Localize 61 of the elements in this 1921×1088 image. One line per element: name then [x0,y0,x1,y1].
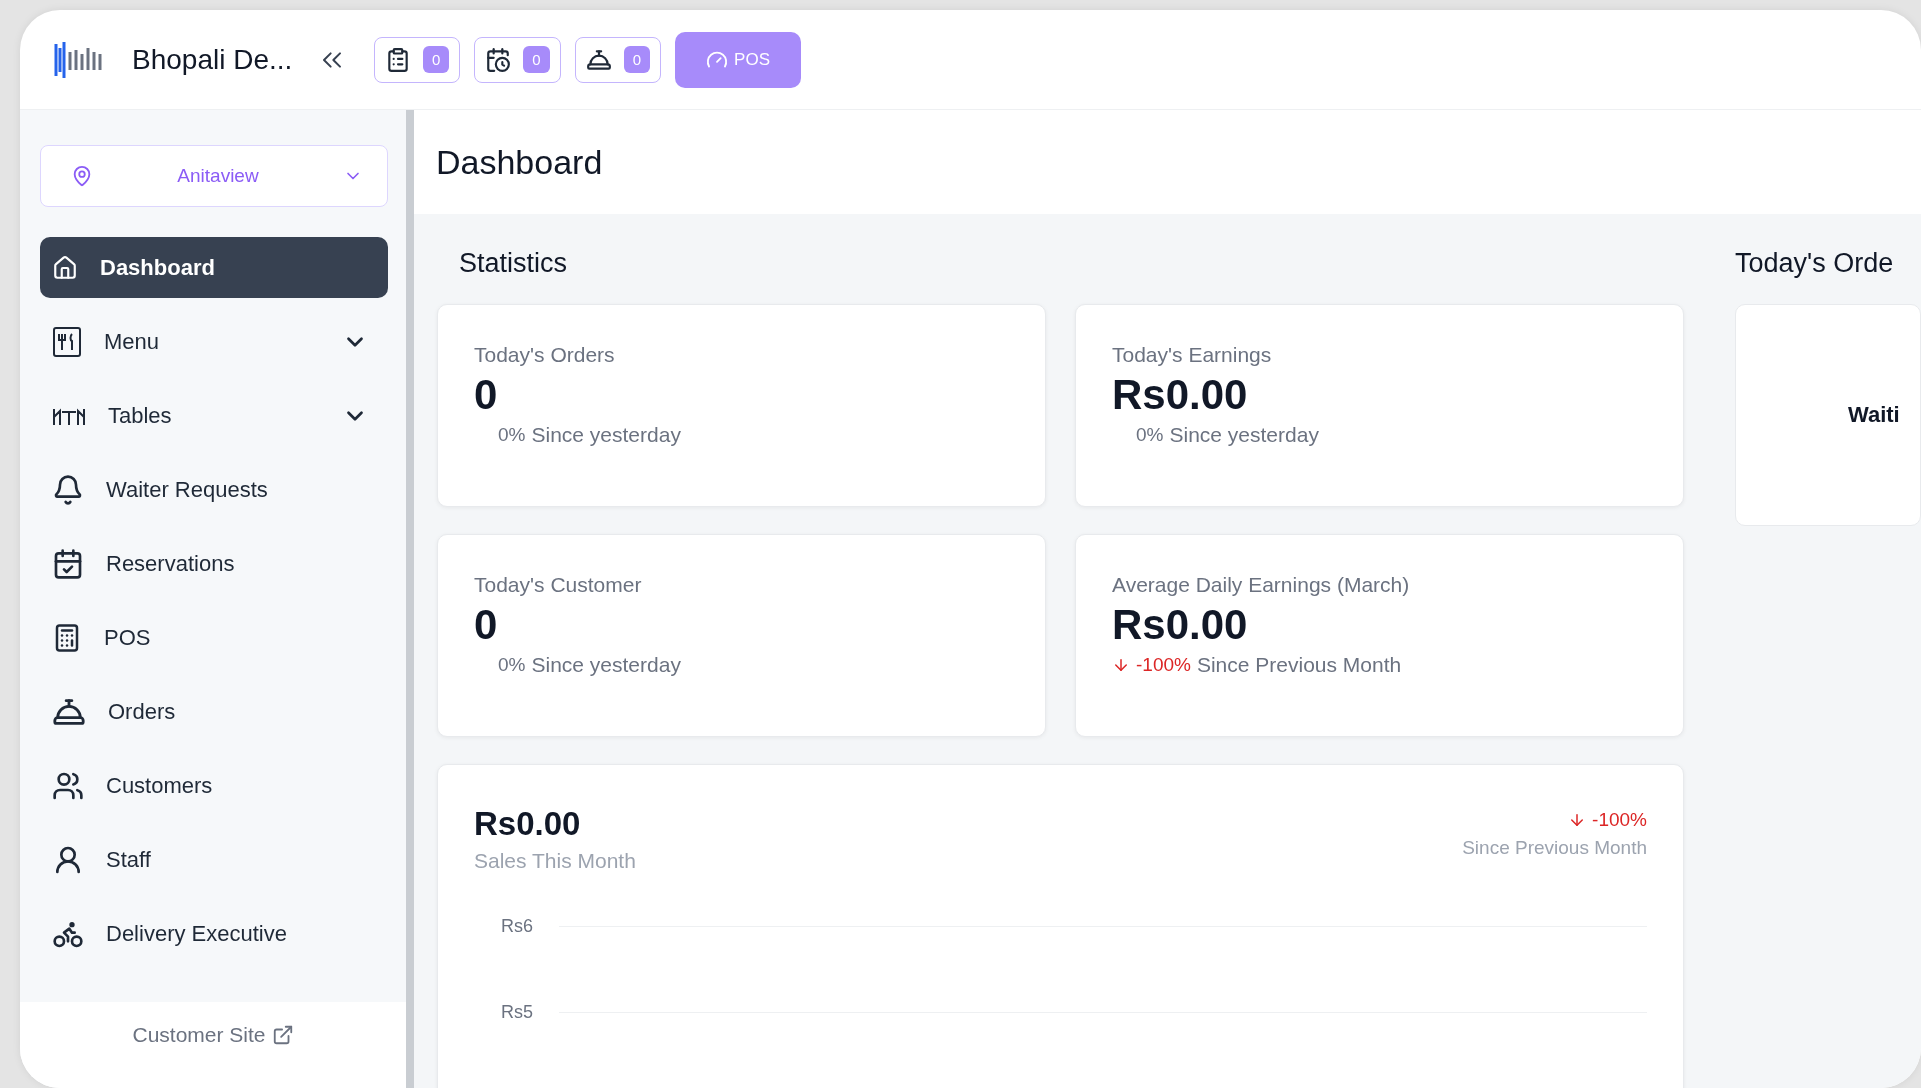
change-percent: 0% [498,424,526,446]
sidebar-item[interactable]: Dashboard [40,237,388,298]
page-title: Dashboard [436,142,603,182]
customer-site-link[interactable]: Customer Site [132,1023,294,1047]
sidebar-item[interactable]: Staff [40,829,388,890]
change-percent: 0% [1136,424,1164,446]
sidebar-item[interactable]: Menu [40,311,388,372]
count-badge: 0 [623,46,651,73]
home-icon [52,254,78,281]
stat-value: 0 [474,371,499,419]
sidebar-item-label: Dashboard [100,254,216,281]
change-note: Since yesterday [531,423,681,447]
stat-label: Today's Earnings [1112,343,1273,367]
restaurant-name: Bhopali De... [132,43,294,76]
stat-label: Average Daily Earnings (March) [1112,573,1411,597]
sidebar-item-label: Waiter Requests [106,476,269,503]
sales-value: Rs0.00 [474,805,581,843]
menu-icon [52,325,82,358]
sidebar-item[interactable]: Orders [40,681,388,742]
stat-value: Rs0.00 [1112,371,1249,419]
section-title: Statistics [459,248,569,279]
change-note: Since yesterday [1169,423,1319,447]
sidebar-item-label: Menu [104,328,161,355]
change-percent: 0% [498,654,526,676]
axis-tick-label: Rs6 [501,915,534,937]
clipboard-icon [385,46,411,73]
sidebar-item[interactable]: Reservations [40,533,388,594]
calendar-icon [52,547,84,580]
count-badge: 0 [423,46,450,73]
change-percent: -100% [1592,809,1647,831]
change-note: Since yesterday [531,653,681,677]
sidebar-item[interactable]: POS [40,607,388,668]
sidebar-item[interactable]: Customers [40,755,388,816]
bell-icon [52,473,84,506]
change-note: Since Previous Month [1462,837,1647,859]
axis-tick-label: Rs5 [501,1001,534,1023]
section-title: Today's Orde [1735,248,1895,279]
sidebar-item[interactable]: Tables [40,385,388,446]
stat-value: Rs0.00 [1112,601,1249,649]
status-text: Waiti [1848,402,1900,428]
count-badge: 0 [523,46,550,73]
sidebar-item[interactable]: Waiter Requests [40,459,388,520]
down-arrow-icon [1112,656,1130,674]
sidebar-item-label: POS [104,624,152,651]
sidebar-item-label: Delivery Executive [106,920,288,947]
sales-label: Sales This Month [474,849,636,873]
change-note: Since Previous Month [1196,653,1402,677]
location-select[interactable]: Anitaview [40,145,388,207]
calendar-icon [485,46,512,73]
stat-label: Today's Customer [474,573,643,597]
change-percent: -100% [1136,654,1191,676]
sidebar-item-label: Orders [108,698,177,725]
sidebar-item-label: Reservations [106,550,236,577]
sidebar-item[interactable]: Delivery Executive [40,903,388,964]
stat-value: 0 [474,601,499,649]
sidebar-item-label: Customers [106,772,214,799]
sidebar-item-label: Tables [108,402,173,429]
stat-label: Today's Orders [474,343,616,367]
sidebar-item-label: Staff [106,846,152,873]
external-link-icon [271,1024,294,1046]
map-pin-icon [71,165,93,187]
